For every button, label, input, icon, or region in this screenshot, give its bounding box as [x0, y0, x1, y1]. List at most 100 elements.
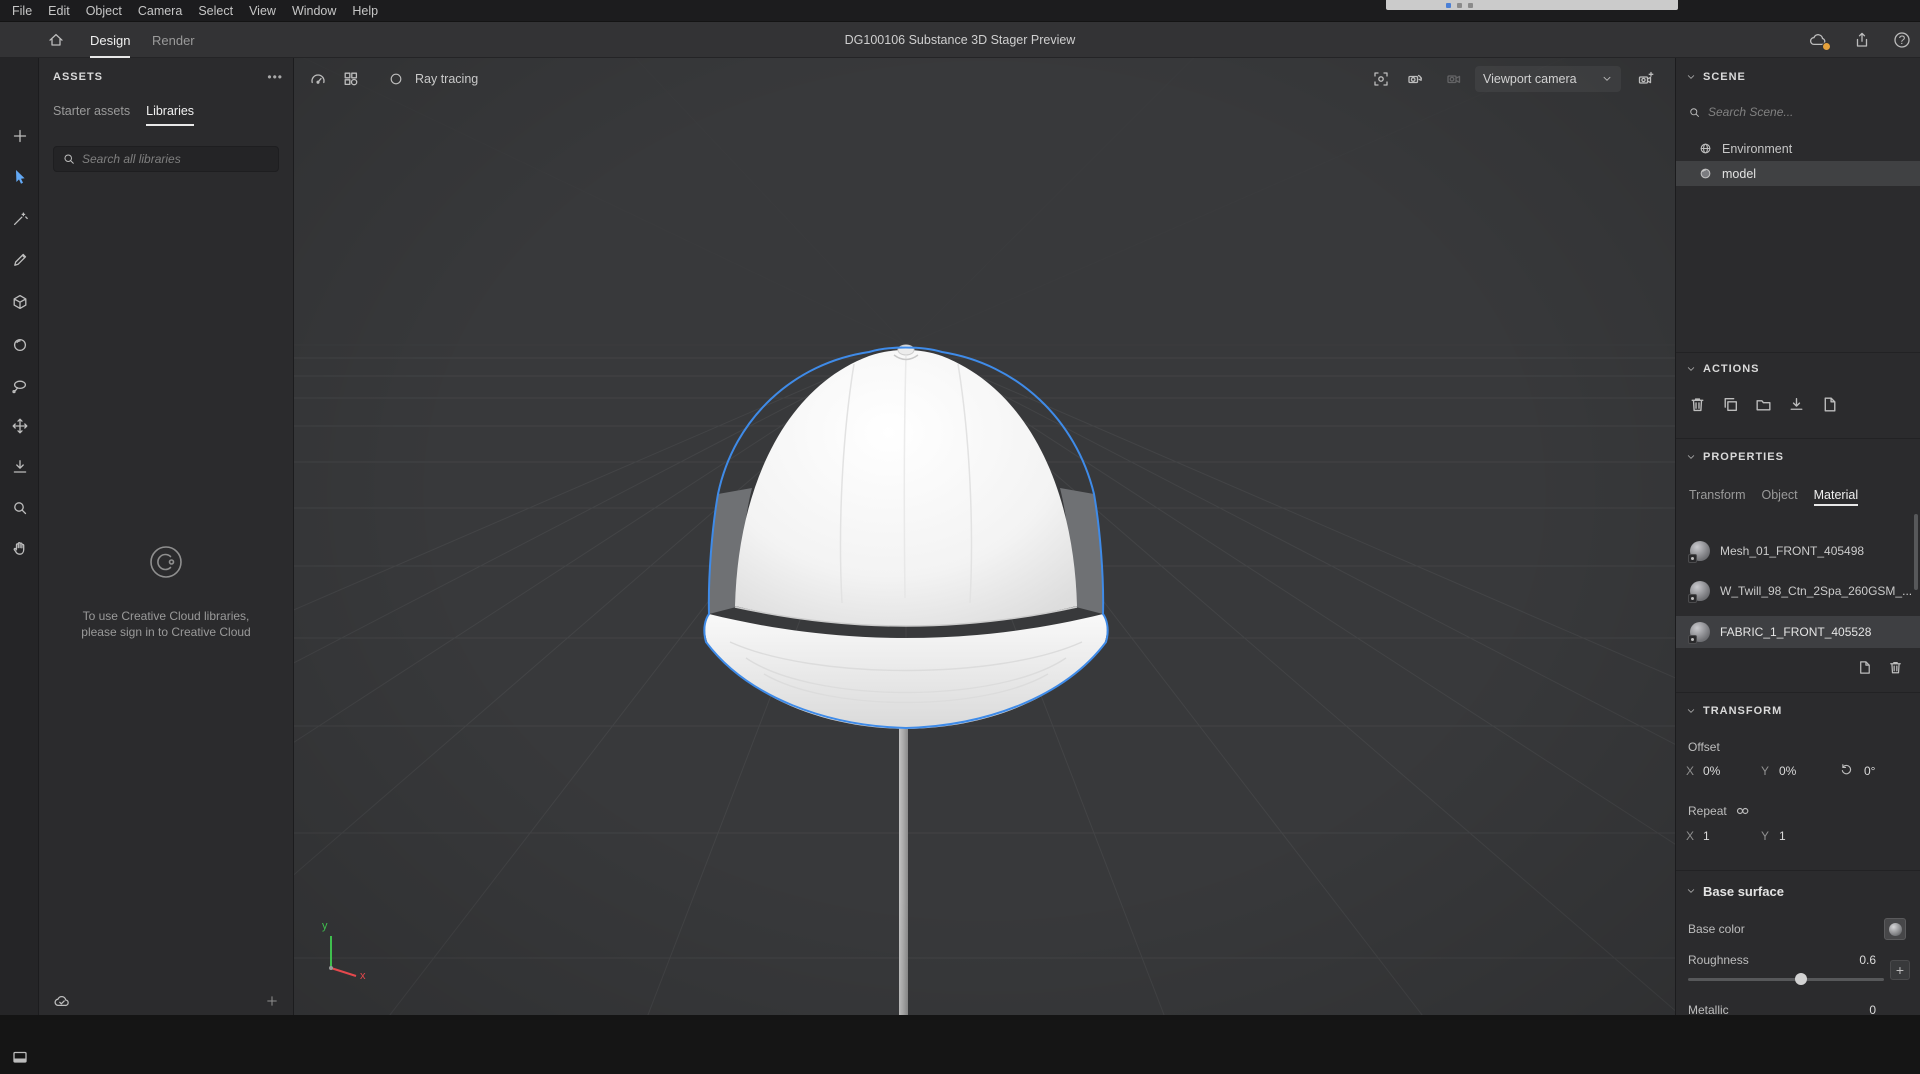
delete-button[interactable]: [1688, 395, 1707, 414]
help-glyph: ?: [1898, 33, 1906, 47]
help-button[interactable]: ?: [1890, 29, 1914, 51]
cloud-sync-button[interactable]: [1806, 29, 1831, 51]
frame-selection-button[interactable]: [1369, 67, 1393, 91]
select-tool[interactable]: [0, 160, 39, 194]
cap-3d-model[interactable]: [294, 58, 1675, 1020]
roughness-slider-thumb[interactable]: [1795, 973, 1807, 985]
search-icon: [64, 154, 74, 164]
offset-x-value[interactable]: 0%: [1703, 764, 1720, 778]
roughness-value[interactable]: 0.6: [1859, 953, 1876, 967]
cloud-sync-icon[interactable]: [53, 993, 71, 1009]
tab-libraries[interactable]: Libraries: [146, 98, 194, 126]
roughness-row: Roughness 0.6: [1676, 950, 1920, 970]
assets-overflow-menu[interactable]: •••: [267, 70, 283, 84]
tab-render[interactable]: Render: [152, 22, 195, 58]
repeat-y-value[interactable]: 1: [1779, 829, 1786, 843]
orbit-camera-button[interactable]: [1403, 67, 1427, 91]
rotation-value[interactable]: 0°: [1864, 764, 1875, 778]
performance-mode-button[interactable]: [306, 67, 330, 91]
material-row[interactable]: W_Twill_98_Ctn_2Spa_260GSM_...: [1676, 575, 1920, 607]
menu-window[interactable]: Window: [284, 4, 344, 18]
repeat-x-value[interactable]: 1: [1703, 829, 1710, 843]
menu-help[interactable]: Help: [344, 4, 386, 18]
material-badge-icon: [1688, 635, 1697, 644]
offset-y-value[interactable]: 0%: [1779, 764, 1796, 778]
tab-object[interactable]: Object: [1762, 488, 1798, 502]
rotate-button[interactable]: [1839, 762, 1854, 777]
menu-file[interactable]: File: [4, 4, 40, 18]
actions-icon-row: [1676, 391, 1920, 417]
add-camera-button[interactable]: [1634, 67, 1658, 91]
menu-edit[interactable]: Edit: [40, 4, 78, 18]
section-divider: [1676, 352, 1920, 353]
scene-search[interactable]: [1676, 100, 1920, 124]
link-icon[interactable]: [1735, 805, 1751, 817]
scene-search-input[interactable]: [1708, 105, 1910, 119]
duplicate-button[interactable]: [1721, 395, 1740, 414]
menu-camera[interactable]: Camera: [130, 4, 190, 18]
actions-section-header[interactable]: ACTIONS: [1676, 358, 1920, 380]
move-tool[interactable]: [0, 409, 39, 443]
cc-message-line2: please sign in to Creative Cloud: [81, 625, 251, 639]
pan-tool[interactable]: [0, 531, 39, 565]
primitives-tool[interactable]: [0, 285, 39, 319]
materials-tool[interactable]: [0, 328, 39, 362]
right-panel-scrollbar[interactable]: [1914, 514, 1918, 590]
add-asset-tool[interactable]: [0, 119, 39, 153]
menu-object[interactable]: Object: [78, 4, 130, 18]
chevron-down-icon: [1687, 75, 1695, 79]
actions-section-title: ACTIONS: [1703, 363, 1760, 375]
camera-disabled-button[interactable]: [1442, 67, 1466, 91]
group-button[interactable]: [1754, 395, 1773, 414]
transform-section-header[interactable]: TRANSFORM: [1676, 700, 1920, 722]
toggle-panel-button[interactable]: [0, 1040, 39, 1074]
material-name: W_Twill_98_Ctn_2Spa_260GSM_...: [1720, 584, 1913, 598]
material-thumbnail: [1688, 541, 1710, 563]
material-actions: [1676, 654, 1920, 680]
properties-section-header[interactable]: PROPERTIES: [1676, 446, 1920, 468]
scene-item-model[interactable]: model: [1676, 161, 1920, 186]
delete-material-button[interactable]: [1887, 659, 1904, 676]
roughness-slider[interactable]: [1688, 973, 1884, 985]
magic-wand-tool[interactable]: [0, 202, 39, 236]
viewport-camera-dropdown[interactable]: Viewport camera: [1475, 66, 1621, 92]
scene-item-environment[interactable]: Environment: [1676, 136, 1920, 161]
viewport-3d[interactable]: Ray tracing Viewport camera y x: [294, 58, 1675, 1020]
scene-section-header[interactable]: SCENE: [1676, 66, 1920, 88]
export-button[interactable]: [1787, 395, 1806, 414]
add-library-icon[interactable]: [265, 994, 279, 1008]
tab-design[interactable]: Design: [90, 22, 131, 58]
tab-starter-assets[interactable]: Starter assets: [53, 98, 130, 124]
new-file-button[interactable]: [1820, 395, 1839, 414]
assets-search-input[interactable]: [82, 152, 270, 166]
material-row-selected[interactable]: FABRIC_1_FRONT_405528: [1676, 616, 1920, 648]
base-color-swatch[interactable]: [1884, 918, 1906, 940]
pen-icon: [13, 253, 26, 266]
tab-material[interactable]: Material: [1813, 488, 1859, 506]
menu-view[interactable]: View: [241, 4, 284, 18]
base-surface-section-header[interactable]: Base surface: [1676, 880, 1920, 902]
render-settings-button[interactable]: [339, 67, 363, 91]
offset-x-label: X: [1686, 764, 1695, 778]
material-thumbnail: [1688, 622, 1710, 644]
duplicate-icon: [1724, 397, 1737, 411]
ray-tracing-toggle[interactable]: [384, 67, 408, 91]
new-material-button[interactable]: [1856, 659, 1873, 676]
tools-sidebar: [0, 58, 39, 1063]
chevron-down-icon: [1687, 455, 1695, 459]
cloud-warning-badge: [1822, 42, 1831, 51]
tab-transform[interactable]: Transform: [1689, 488, 1746, 502]
zoom-tool[interactable]: [0, 491, 39, 525]
home-button[interactable]: [44, 29, 68, 51]
drop-to-ground-tool[interactable]: [0, 450, 39, 484]
assets-search[interactable]: [53, 146, 279, 172]
add-parameter-button[interactable]: +: [1890, 960, 1910, 980]
base-surface-title: Base surface: [1703, 883, 1784, 899]
share-button[interactable]: [1850, 29, 1874, 51]
menu-select[interactable]: Select: [190, 4, 241, 18]
lasso-tool[interactable]: [0, 369, 39, 403]
window-bottom-edge: [0, 1015, 1920, 1020]
cube-icon: [13, 294, 26, 310]
pen-tool[interactable]: [0, 243, 39, 277]
material-row[interactable]: Mesh_01_FRONT_405498: [1676, 535, 1920, 567]
